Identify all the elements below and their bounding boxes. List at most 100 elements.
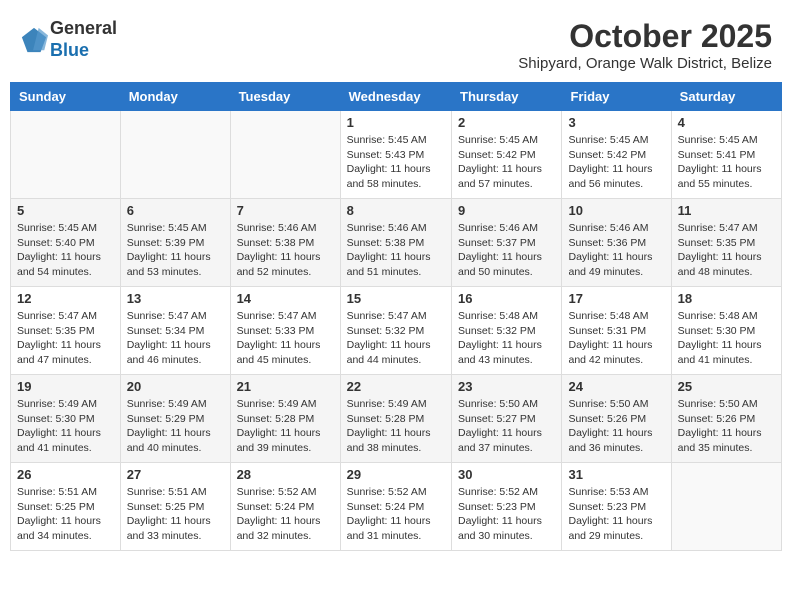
calendar-cell: 4 Sunrise: 5:45 AMSunset: 5:41 PMDayligh… — [671, 111, 781, 199]
calendar-cell: 10 Sunrise: 5:46 AMSunset: 5:36 PMDaylig… — [562, 199, 671, 287]
weekday-header-wednesday: Wednesday — [340, 83, 451, 111]
calendar-cell: 3 Sunrise: 5:45 AMSunset: 5:42 PMDayligh… — [562, 111, 671, 199]
calendar-cell: 16 Sunrise: 5:48 AMSunset: 5:32 PMDaylig… — [452, 287, 562, 375]
logo: General Blue — [20, 18, 117, 61]
calendar-cell: 1 Sunrise: 5:45 AMSunset: 5:43 PMDayligh… — [340, 111, 451, 199]
calendar-table: SundayMondayTuesdayWednesdayThursdayFrid… — [10, 82, 782, 551]
page-header: General Blue October 2025 Shipyard, Oran… — [10, 10, 782, 76]
calendar-cell: 7 Sunrise: 5:46 AMSunset: 5:38 PMDayligh… — [230, 199, 340, 287]
calendar-week-row: 12 Sunrise: 5:47 AMSunset: 5:35 PMDaylig… — [11, 287, 782, 375]
day-number: 14 — [237, 291, 334, 306]
calendar-cell: 30 Sunrise: 5:52 AMSunset: 5:23 PMDaylig… — [452, 463, 562, 551]
calendar-cell: 27 Sunrise: 5:51 AMSunset: 5:25 PMDaylig… — [120, 463, 230, 551]
day-number: 16 — [458, 291, 555, 306]
day-info: Sunrise: 5:52 AMSunset: 5:23 PMDaylight:… — [458, 486, 542, 542]
weekday-header-saturday: Saturday — [671, 83, 781, 111]
day-number: 5 — [17, 203, 114, 218]
calendar-cell: 2 Sunrise: 5:45 AMSunset: 5:42 PMDayligh… — [452, 111, 562, 199]
day-info: Sunrise: 5:46 AMSunset: 5:36 PMDaylight:… — [568, 222, 652, 278]
day-info: Sunrise: 5:50 AMSunset: 5:26 PMDaylight:… — [568, 398, 652, 454]
day-info: Sunrise: 5:45 AMSunset: 5:42 PMDaylight:… — [458, 134, 542, 190]
day-number: 31 — [568, 467, 664, 482]
calendar-week-row: 5 Sunrise: 5:45 AMSunset: 5:40 PMDayligh… — [11, 199, 782, 287]
day-number: 7 — [237, 203, 334, 218]
day-number: 30 — [458, 467, 555, 482]
calendar-cell: 20 Sunrise: 5:49 AMSunset: 5:29 PMDaylig… — [120, 375, 230, 463]
day-number: 15 — [347, 291, 445, 306]
logo-general-text: General — [50, 18, 117, 38]
day-info: Sunrise: 5:45 AMSunset: 5:43 PMDaylight:… — [347, 134, 431, 190]
day-number: 11 — [678, 203, 775, 218]
calendar-cell: 12 Sunrise: 5:47 AMSunset: 5:35 PMDaylig… — [11, 287, 121, 375]
calendar-cell: 15 Sunrise: 5:47 AMSunset: 5:32 PMDaylig… — [340, 287, 451, 375]
calendar-cell: 17 Sunrise: 5:48 AMSunset: 5:31 PMDaylig… — [562, 287, 671, 375]
subtitle: Shipyard, Orange Walk District, Belize — [518, 55, 772, 72]
calendar-week-row: 1 Sunrise: 5:45 AMSunset: 5:43 PMDayligh… — [11, 111, 782, 199]
day-info: Sunrise: 5:49 AMSunset: 5:29 PMDaylight:… — [127, 398, 211, 454]
day-number: 12 — [17, 291, 114, 306]
logo-blue-text: Blue — [50, 40, 89, 60]
calendar-week-row: 19 Sunrise: 5:49 AMSunset: 5:30 PMDaylig… — [11, 375, 782, 463]
day-number: 10 — [568, 203, 664, 218]
day-number: 17 — [568, 291, 664, 306]
day-number: 27 — [127, 467, 224, 482]
day-info: Sunrise: 5:46 AMSunset: 5:38 PMDaylight:… — [237, 222, 321, 278]
calendar-cell: 6 Sunrise: 5:45 AMSunset: 5:39 PMDayligh… — [120, 199, 230, 287]
calendar-cell: 21 Sunrise: 5:49 AMSunset: 5:28 PMDaylig… — [230, 375, 340, 463]
calendar-cell: 25 Sunrise: 5:50 AMSunset: 5:26 PMDaylig… — [671, 375, 781, 463]
day-info: Sunrise: 5:47 AMSunset: 5:33 PMDaylight:… — [237, 310, 321, 366]
day-info: Sunrise: 5:46 AMSunset: 5:37 PMDaylight:… — [458, 222, 542, 278]
day-info: Sunrise: 5:45 AMSunset: 5:40 PMDaylight:… — [17, 222, 101, 278]
day-info: Sunrise: 5:50 AMSunset: 5:27 PMDaylight:… — [458, 398, 542, 454]
day-number: 23 — [458, 379, 555, 394]
day-info: Sunrise: 5:47 AMSunset: 5:32 PMDaylight:… — [347, 310, 431, 366]
calendar-cell: 24 Sunrise: 5:50 AMSunset: 5:26 PMDaylig… — [562, 375, 671, 463]
logo-icon — [20, 26, 48, 54]
calendar-cell — [11, 111, 121, 199]
calendar-cell — [120, 111, 230, 199]
weekday-header-thursday: Thursday — [452, 83, 562, 111]
day-info: Sunrise: 5:50 AMSunset: 5:26 PMDaylight:… — [678, 398, 762, 454]
day-info: Sunrise: 5:49 AMSunset: 5:28 PMDaylight:… — [347, 398, 431, 454]
calendar-cell: 28 Sunrise: 5:52 AMSunset: 5:24 PMDaylig… — [230, 463, 340, 551]
weekday-header-sunday: Sunday — [11, 83, 121, 111]
calendar-week-row: 26 Sunrise: 5:51 AMSunset: 5:25 PMDaylig… — [11, 463, 782, 551]
day-number: 9 — [458, 203, 555, 218]
calendar-cell: 31 Sunrise: 5:53 AMSunset: 5:23 PMDaylig… — [562, 463, 671, 551]
weekday-header-row: SundayMondayTuesdayWednesdayThursdayFrid… — [11, 83, 782, 111]
day-info: Sunrise: 5:47 AMSunset: 5:34 PMDaylight:… — [127, 310, 211, 366]
day-number: 1 — [347, 115, 445, 130]
day-number: 22 — [347, 379, 445, 394]
calendar-cell: 11 Sunrise: 5:47 AMSunset: 5:35 PMDaylig… — [671, 199, 781, 287]
calendar-cell: 14 Sunrise: 5:47 AMSunset: 5:33 PMDaylig… — [230, 287, 340, 375]
day-number: 3 — [568, 115, 664, 130]
calendar-cell — [230, 111, 340, 199]
day-info: Sunrise: 5:47 AMSunset: 5:35 PMDaylight:… — [17, 310, 101, 366]
calendar-cell — [671, 463, 781, 551]
day-info: Sunrise: 5:46 AMSunset: 5:38 PMDaylight:… — [347, 222, 431, 278]
day-info: Sunrise: 5:48 AMSunset: 5:30 PMDaylight:… — [678, 310, 762, 366]
calendar-cell: 22 Sunrise: 5:49 AMSunset: 5:28 PMDaylig… — [340, 375, 451, 463]
day-number: 19 — [17, 379, 114, 394]
day-number: 25 — [678, 379, 775, 394]
weekday-header-tuesday: Tuesday — [230, 83, 340, 111]
calendar-cell: 13 Sunrise: 5:47 AMSunset: 5:34 PMDaylig… — [120, 287, 230, 375]
day-number: 6 — [127, 203, 224, 218]
day-info: Sunrise: 5:49 AMSunset: 5:30 PMDaylight:… — [17, 398, 101, 454]
calendar-cell: 19 Sunrise: 5:49 AMSunset: 5:30 PMDaylig… — [11, 375, 121, 463]
calendar-cell: 26 Sunrise: 5:51 AMSunset: 5:25 PMDaylig… — [11, 463, 121, 551]
day-number: 18 — [678, 291, 775, 306]
day-number: 8 — [347, 203, 445, 218]
day-number: 26 — [17, 467, 114, 482]
day-info: Sunrise: 5:45 AMSunset: 5:42 PMDaylight:… — [568, 134, 652, 190]
calendar-cell: 9 Sunrise: 5:46 AMSunset: 5:37 PMDayligh… — [452, 199, 562, 287]
day-info: Sunrise: 5:45 AMSunset: 5:41 PMDaylight:… — [678, 134, 762, 190]
day-info: Sunrise: 5:47 AMSunset: 5:35 PMDaylight:… — [678, 222, 762, 278]
day-number: 4 — [678, 115, 775, 130]
day-number: 13 — [127, 291, 224, 306]
day-info: Sunrise: 5:52 AMSunset: 5:24 PMDaylight:… — [237, 486, 321, 542]
day-number: 28 — [237, 467, 334, 482]
calendar-cell: 23 Sunrise: 5:50 AMSunset: 5:27 PMDaylig… — [452, 375, 562, 463]
day-number: 29 — [347, 467, 445, 482]
day-info: Sunrise: 5:53 AMSunset: 5:23 PMDaylight:… — [568, 486, 652, 542]
